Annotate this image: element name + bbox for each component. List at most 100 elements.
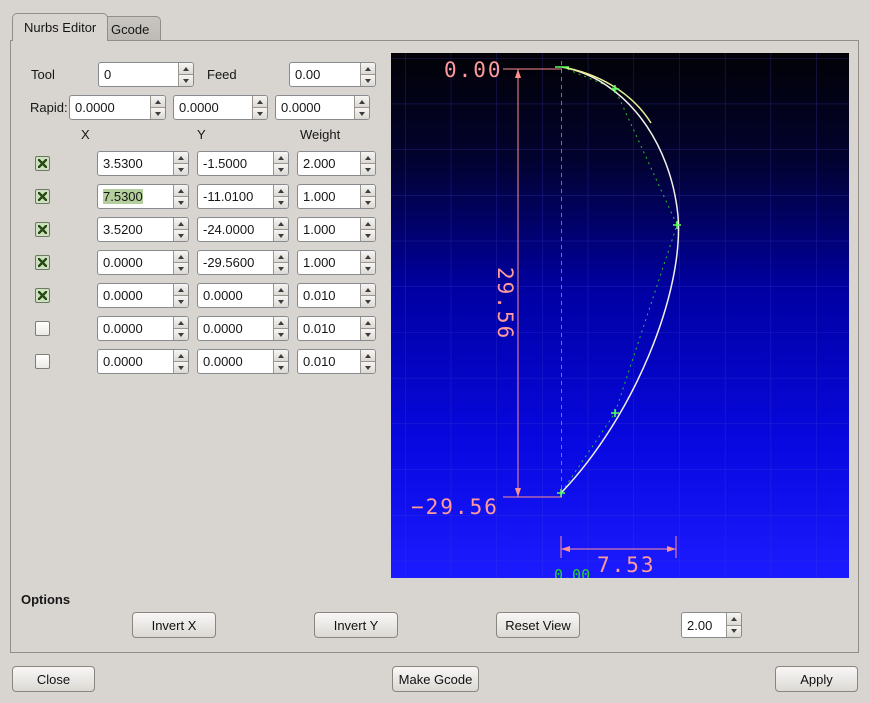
spin-up-button[interactable]: [178, 63, 193, 74]
point-y-spinbox[interactable]: -24.0000: [197, 217, 289, 242]
feed-spinbox[interactable]: 0.00: [289, 62, 376, 87]
spin-up-button[interactable]: [273, 317, 288, 328]
spin-steppers: [360, 63, 375, 86]
spin-value: 0.010: [298, 284, 360, 307]
invert-y-button[interactable]: Invert Y: [314, 612, 398, 638]
point-weight-spinbox[interactable]: 1.000: [297, 250, 376, 275]
spin-up-button[interactable]: [273, 284, 288, 295]
spin-up-button[interactable]: [173, 251, 188, 262]
spin-up-button[interactable]: [273, 218, 288, 229]
point-weight-spinbox[interactable]: 0.010: [297, 316, 376, 341]
scale-spinbox[interactable]: 2.00: [681, 612, 742, 638]
spin-up-button[interactable]: [273, 350, 288, 361]
spin-down-button[interactable]: [360, 163, 375, 175]
spin-up-button[interactable]: [360, 350, 375, 361]
point-x-spinbox[interactable]: 7.5300: [97, 184, 189, 209]
point-weight-spinbox[interactable]: 1.000: [297, 217, 376, 242]
point-y-spinbox[interactable]: -11.0100: [197, 184, 289, 209]
close-button[interactable]: Close: [12, 666, 95, 692]
spin-down-button[interactable]: [173, 196, 188, 208]
point-y-spinbox[interactable]: 0.0000: [197, 316, 289, 341]
spin-up-button[interactable]: [173, 218, 188, 229]
spin-down-button[interactable]: [178, 74, 193, 86]
point-y-spinbox[interactable]: -1.5000: [197, 151, 289, 176]
spin-up-button[interactable]: [360, 317, 375, 328]
spin-down-button[interactable]: [273, 295, 288, 307]
spin-down-button[interactable]: [273, 196, 288, 208]
reset-view-button[interactable]: Reset View: [496, 612, 580, 638]
point-y-spinbox[interactable]: 0.0000: [197, 349, 289, 374]
spin-down-button[interactable]: [173, 229, 188, 241]
point-x-spinbox[interactable]: 3.5200: [97, 217, 189, 242]
spin-down-button[interactable]: [273, 328, 288, 340]
spin-down-button[interactable]: [273, 361, 288, 373]
point-weight-spinbox[interactable]: 1.000: [297, 184, 376, 209]
spin-down-button[interactable]: [360, 74, 375, 86]
point-x-spinbox[interactable]: 0.0000: [97, 349, 189, 374]
point-x-spinbox[interactable]: 0.0000: [97, 250, 189, 275]
spin-down-button[interactable]: [360, 361, 375, 373]
spin-down-button[interactable]: [726, 624, 741, 637]
spin-up-button[interactable]: [360, 63, 375, 74]
spin-down-button[interactable]: [360, 262, 375, 274]
spin-down-button[interactable]: [173, 295, 188, 307]
spin-down-button[interactable]: [173, 163, 188, 175]
spin-up-button[interactable]: [273, 185, 288, 196]
spin-up-button[interactable]: [173, 317, 188, 328]
point-weight-spinbox[interactable]: 2.000: [297, 151, 376, 176]
point-enable-checkbox[interactable]: [35, 354, 50, 369]
spin-down-button[interactable]: [354, 107, 369, 119]
spin-up-button[interactable]: [726, 613, 741, 625]
spin-down-button[interactable]: [173, 262, 188, 274]
spin-down-button[interactable]: [360, 328, 375, 340]
spin-down-button[interactable]: [173, 328, 188, 340]
spin-up-button[interactable]: [150, 96, 165, 107]
spin-up-button[interactable]: [173, 152, 188, 163]
spin-down-button[interactable]: [360, 295, 375, 307]
spin-up-button[interactable]: [360, 185, 375, 196]
tab-nurbs-editor[interactable]: Nurbs Editor: [12, 13, 109, 41]
spin-down-button[interactable]: [173, 361, 188, 373]
point-x-spinbox[interactable]: 0.0000: [97, 316, 189, 341]
invert-x-button[interactable]: Invert X: [132, 612, 216, 638]
spin-down-button[interactable]: [252, 107, 267, 119]
spin-up-button[interactable]: [354, 96, 369, 107]
spin-down-button[interactable]: [273, 163, 288, 175]
point-enable-checkbox[interactable]: [35, 321, 50, 336]
point-enable-checkbox[interactable]: [35, 255, 50, 270]
spin-up-button[interactable]: [360, 218, 375, 229]
point-weight-spinbox[interactable]: 0.010: [297, 349, 376, 374]
spin-value-text: 0.010: [303, 354, 336, 369]
spin-up-button[interactable]: [252, 96, 267, 107]
point-x-spinbox[interactable]: 3.5300: [97, 151, 189, 176]
point-x-spinbox[interactable]: 0.0000: [97, 283, 189, 308]
spin-up-button[interactable]: [360, 152, 375, 163]
tab-gcode[interactable]: Gcode: [99, 16, 162, 41]
spin-up-button[interactable]: [360, 251, 375, 262]
point-enable-checkbox[interactable]: [35, 222, 50, 237]
spin-up-button[interactable]: [173, 185, 188, 196]
point-enable-checkbox[interactable]: [35, 189, 50, 204]
point-enable-checkbox[interactable]: [35, 156, 50, 171]
spin-down-button[interactable]: [150, 107, 165, 119]
make-gcode-button[interactable]: Make Gcode: [392, 666, 479, 692]
tool-spinbox[interactable]: 0: [98, 62, 194, 87]
point-y-spinbox[interactable]: 0.0000: [197, 283, 289, 308]
rapid-spinbox-1[interactable]: 0.0000: [69, 95, 166, 120]
spin-up-button[interactable]: [173, 284, 188, 295]
point-enable-checkbox[interactable]: [35, 288, 50, 303]
spin-down-button[interactable]: [360, 196, 375, 208]
spin-up-button[interactable]: [173, 350, 188, 361]
spin-up-button[interactable]: [360, 284, 375, 295]
spin-down-button[interactable]: [360, 229, 375, 241]
spin-down-button[interactable]: [273, 229, 288, 241]
rapid-spinbox-3[interactable]: 0.0000: [275, 95, 370, 120]
spin-up-button[interactable]: [273, 152, 288, 163]
point-y-spinbox[interactable]: -29.5600: [197, 250, 289, 275]
spin-down-button[interactable]: [273, 262, 288, 274]
apply-button[interactable]: Apply: [775, 666, 858, 692]
rapid-spinbox-2[interactable]: 0.0000: [173, 95, 268, 120]
preview-canvas[interactable]: 0.00 29.56 −29.56 7.53 0.00: [391, 53, 849, 578]
point-weight-spinbox[interactable]: 0.010: [297, 283, 376, 308]
spin-up-button[interactable]: [273, 251, 288, 262]
